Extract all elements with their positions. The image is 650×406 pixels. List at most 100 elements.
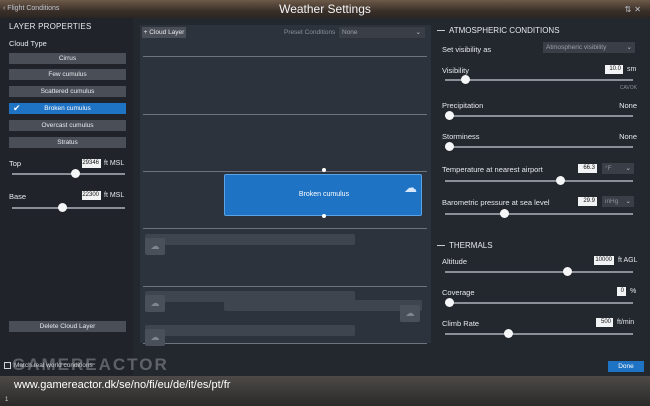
cloud-type-stratus-button[interactable]: Stratus [9, 137, 126, 148]
cloud-type-overcast-cumulus-button[interactable]: Overcast cumulus [9, 120, 126, 131]
coverage-slider-track[interactable] [445, 302, 633, 304]
cloud-layer-bar[interactable] [145, 325, 355, 336]
base-slider-thumb[interactable] [57, 203, 67, 212]
climb-rate-slider-track[interactable] [445, 333, 633, 335]
pressure-unit-select[interactable]: inHg ⌄ [602, 196, 634, 207]
altitude-gridline [143, 56, 427, 57]
cloud-type-label: Cloud Type [9, 39, 47, 48]
storminess-label: Storminess [442, 132, 480, 141]
altitude-gridline [143, 343, 427, 344]
base-slider-track[interactable] [12, 207, 125, 209]
altitude-slider-thumb[interactable] [563, 267, 573, 276]
storminess-slider-track[interactable] [445, 146, 633, 148]
cloud-type-few-cumulus-button[interactable]: Few cumulus [9, 69, 126, 80]
site-url: www.gamereactor.dk/se/no/fi/eu/de/it/es/… [14, 379, 231, 391]
altitude-gridline [143, 286, 427, 287]
preset-conditions-select[interactable]: None ⌄ [339, 27, 425, 38]
close-icon[interactable]: ✕ [634, 5, 644, 14]
pressure-label: Barometric pressure at sea level [442, 198, 550, 207]
cloud-layer-bar[interactable] [145, 234, 355, 245]
page-number: 1 [5, 397, 9, 403]
visibility-value-input[interactable]: 10.0 [605, 65, 623, 74]
precipitation-value: None [619, 101, 637, 110]
temperature-unit-select[interactable]: °F ⌄ [602, 163, 634, 174]
pressure-slider-thumb[interactable] [500, 209, 510, 218]
pressure-slider-track[interactable] [445, 213, 633, 215]
layer-top-handle[interactable] [322, 168, 326, 172]
base-unit: ft MSL [104, 192, 125, 199]
visibility-as-select[interactable]: Atmospheric visibility ⌄ [543, 42, 635, 53]
thermals-title-text: THERMALS [449, 241, 493, 250]
pin-icon[interactable]: ⇅ [625, 5, 635, 14]
visibility-as-label: Set visibility as [442, 45, 492, 54]
selected-cloud-layer[interactable]: Broken cumulus ☁ [224, 174, 422, 216]
top-value-input[interactable]: 29346 [82, 159, 101, 168]
match-real-world-label: Match real world conditions [14, 362, 93, 369]
storminess-slider-thumb[interactable] [445, 142, 454, 151]
cloud-type-label: Stratus [57, 139, 78, 146]
top-slider-track[interactable] [12, 173, 125, 175]
temperature-label: Temperature at nearest airport [442, 165, 543, 174]
coverage-slider-thumb[interactable] [445, 298, 454, 307]
temperature-unit: °F [605, 165, 612, 172]
top-slider-thumb[interactable] [71, 169, 81, 178]
climb-rate-slider-thumb[interactable] [504, 329, 514, 338]
delete-cloud-layer-button[interactable]: Delete Cloud Layer [9, 321, 126, 332]
altitude-unit: ft AGL [618, 257, 638, 264]
coverage-unit: % [630, 288, 637, 295]
title-bar: ‹ Flight Conditions Weather Settings ⇅✕ [0, 0, 650, 18]
visibility-label: Visibility [442, 66, 469, 75]
cloud-type-label: Overcast cumulus [41, 122, 94, 129]
section-dash [437, 30, 445, 32]
coverage-value-input[interactable]: 0 [617, 287, 626, 296]
check-icon: ✔ [13, 103, 21, 113]
cloud-layers-panel: + Cloud Layer Preset Conditions None ⌄ ☁ … [140, 25, 431, 346]
layer-base-handle[interactable] [322, 214, 326, 218]
selected-layer-name: Broken cumulus [298, 191, 350, 198]
cloud-icon: ☁ [145, 238, 165, 255]
precipitation-slider-track[interactable] [445, 115, 633, 117]
match-real-world-checkbox[interactable] [4, 362, 11, 369]
chevron-down-icon: ⌄ [415, 29, 421, 36]
cloud-type-label: Few cumulus [48, 71, 87, 78]
visibility-as-value: Atmospheric visibility [546, 44, 607, 51]
climb-rate-value-input[interactable]: 500 [596, 318, 613, 327]
top-unit: ft MSL [104, 160, 125, 167]
layer-properties-title: LAYER PROPERTIES [9, 22, 92, 31]
cloud-type-label: Cirrus [58, 55, 77, 62]
chevron-down-icon: ⌄ [626, 44, 632, 51]
cloud-type-cirrus-button[interactable]: Cirrus [9, 53, 126, 64]
top-label: Top [9, 159, 22, 168]
weather-dialog: LAYER PROPERTIES Cloud Type Cirrus Few c… [0, 18, 650, 376]
altitude-value-input[interactable]: 10000 [594, 256, 614, 265]
cloud-layer-bar[interactable] [224, 300, 422, 311]
altitude-gridline [143, 114, 427, 115]
base-value-input[interactable]: 22300 [82, 191, 101, 200]
cloud-icon: ☁ [145, 329, 165, 346]
storminess-value: None [619, 132, 637, 141]
done-button[interactable]: Done [608, 361, 644, 372]
temperature-value-input[interactable]: 66.3 [578, 164, 597, 173]
add-cloud-layer-button[interactable]: + Cloud Layer [142, 27, 186, 38]
precipitation-label: Precipitation [442, 101, 484, 110]
cloud-type-scattered-cumulus-button[interactable]: Scattered cumulus [9, 86, 126, 97]
visibility-slider-track[interactable] [445, 79, 633, 81]
temperature-slider-thumb[interactable] [555, 176, 565, 185]
temperature-slider-track[interactable] [445, 180, 633, 182]
cloud-type-broken-cumulus-button[interactable]: ✔ Broken cumulus [9, 103, 126, 114]
precipitation-slider-thumb[interactable] [445, 111, 454, 120]
atmospheric-title-text: ATMOSPHERIC CONDITIONS [449, 26, 560, 35]
pressure-value-input[interactable]: 29.9 [578, 197, 597, 206]
cloud-icon: ☁ [145, 295, 165, 312]
altitude-gridline [143, 228, 427, 229]
thermals-title: THERMALS [437, 241, 493, 250]
base-label: Base [9, 192, 27, 201]
visibility-slider-thumb[interactable] [461, 75, 471, 84]
preset-conditions-label: Preset Conditions [284, 29, 336, 36]
chevron-down-icon: ⌄ [625, 198, 631, 205]
altitude-slider-track[interactable] [445, 271, 633, 273]
window-controls: ⇅✕ [625, 5, 644, 14]
atmospheric-panel: ATMOSPHERIC CONDITIONS Set visibility as… [437, 18, 650, 376]
pressure-unit: inHg [605, 198, 619, 205]
climb-rate-label: Climb Rate [442, 319, 480, 328]
